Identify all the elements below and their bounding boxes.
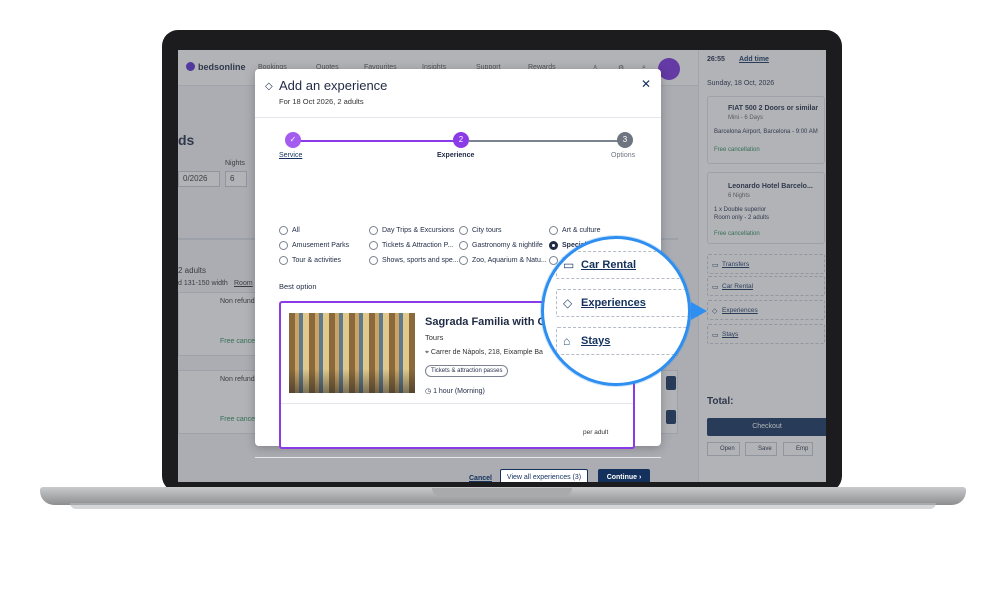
step-service[interactable]: Service	[279, 152, 302, 159]
magnifier-callout: ▭ Car Rental ◇ Experiences ⌂ Stays	[541, 236, 691, 386]
step-experience-dot: 2	[453, 132, 469, 148]
filter-label: Gastronomy & nightlife	[472, 242, 543, 249]
filter-option[interactable]: Zoo, Aquarium & Natu...	[459, 256, 547, 265]
mag-experiences-label: Experiences	[581, 297, 646, 309]
radio-button[interactable]	[279, 256, 288, 265]
filter-option[interactable]: City tours	[459, 226, 502, 235]
filter-option[interactable]: Gastronomy & nightlife	[459, 241, 543, 250]
filter-label: City tours	[472, 227, 502, 234]
divider	[281, 403, 633, 404]
filter-option[interactable]: Day Trips & Excursions	[369, 226, 455, 235]
radio-button[interactable]	[369, 226, 378, 235]
chevron-right-icon: ›	[638, 474, 642, 481]
filter-option[interactable]: Tickets & Attraction P...	[369, 241, 454, 250]
car-icon: ▭	[563, 258, 575, 272]
filter-label: Amusement Parks	[292, 242, 350, 249]
close-icon[interactable]: ✕	[641, 77, 651, 91]
radio-button[interactable]	[279, 241, 288, 250]
magnifier-pointer	[691, 302, 707, 320]
best-option-label: Best option	[279, 282, 317, 291]
radio-button[interactable]	[279, 226, 288, 235]
radio-button[interactable]	[459, 256, 468, 265]
cancel-button[interactable]: Cancel	[469, 475, 492, 482]
divider	[255, 457, 661, 458]
stepper-line-pending	[469, 140, 625, 142]
filter-option[interactable]: Art & culture	[549, 226, 601, 235]
tag-icon: ◇	[265, 81, 273, 92]
clock-icon: ◷	[425, 388, 434, 395]
mag-stays[interactable]: ⌂ Stays	[556, 327, 688, 355]
tag-icon: ◇	[563, 296, 573, 310]
view-all-experiences-button[interactable]: View all experiences (3)	[500, 469, 588, 482]
step-options-dot: 3	[617, 132, 633, 148]
continue-label: Continue	[606, 474, 638, 481]
modal-subtitle: For 18 Oct 2026, 2 adults	[279, 97, 364, 106]
bed-icon: ⌂	[563, 334, 571, 348]
experience-duration-text: 1 hour (Morning)	[433, 388, 485, 395]
step-experience: Experience	[437, 152, 475, 159]
experience-photo	[289, 313, 415, 393]
filter-label: Tickets & Attraction P...	[382, 242, 454, 249]
radio-button[interactable]	[549, 241, 558, 250]
modal-title: Add an experience	[279, 78, 388, 93]
step-service-dot: ✓	[285, 132, 301, 148]
radio-button[interactable]	[369, 256, 378, 265]
experience-address-text: Carrer de Nàpols, 218, Eixample Ba	[430, 349, 543, 356]
price-suffix: per adult	[583, 429, 609, 436]
mag-car-rental-label: Car Rental	[581, 259, 637, 271]
filter-option[interactable]: Tour & activities	[279, 256, 342, 265]
filter-label: Art & culture	[562, 227, 601, 234]
filter-option[interactable]: Amusement Parks	[279, 241, 350, 250]
laptop-base-shadow	[70, 503, 936, 509]
filter-option[interactable]: Shows, sports and spe...	[369, 256, 459, 265]
radio-button[interactable]	[549, 226, 558, 235]
category-chip: Tickets & attraction passes	[425, 365, 509, 377]
filter-label: All	[292, 227, 300, 234]
radio-button[interactable]	[459, 226, 468, 235]
step-options: Options	[611, 152, 636, 159]
mag-experiences[interactable]: ◇ Experiences	[556, 289, 688, 317]
radio-button[interactable]	[369, 241, 378, 250]
filter-label: Tour & activities	[292, 257, 342, 264]
filter-label: Day Trips & Excursions	[382, 227, 455, 234]
experience-address: ⌖ Carrer de Nàpols, 218, Eixample Ba	[425, 349, 543, 357]
laptop-notch	[432, 488, 572, 496]
filter-option[interactable]: All	[279, 226, 300, 235]
filter-label: Zoo, Aquarium & Natu...	[472, 257, 547, 264]
continue-button[interactable]: Continue ›	[598, 469, 650, 482]
stepper-line-done	[287, 140, 461, 142]
mag-car-rental[interactable]: ▭ Car Rental	[556, 251, 688, 279]
divider	[255, 117, 661, 118]
experience-duration: ◷ 1 hour (Morning)	[425, 387, 485, 395]
radio-button[interactable]	[459, 241, 468, 250]
mag-stays-label: Stays	[581, 335, 611, 347]
laptop-screen: bedsonline Bookings Quotes Favourites In…	[178, 50, 826, 482]
filter-label: Shows, sports and spe...	[382, 257, 459, 264]
